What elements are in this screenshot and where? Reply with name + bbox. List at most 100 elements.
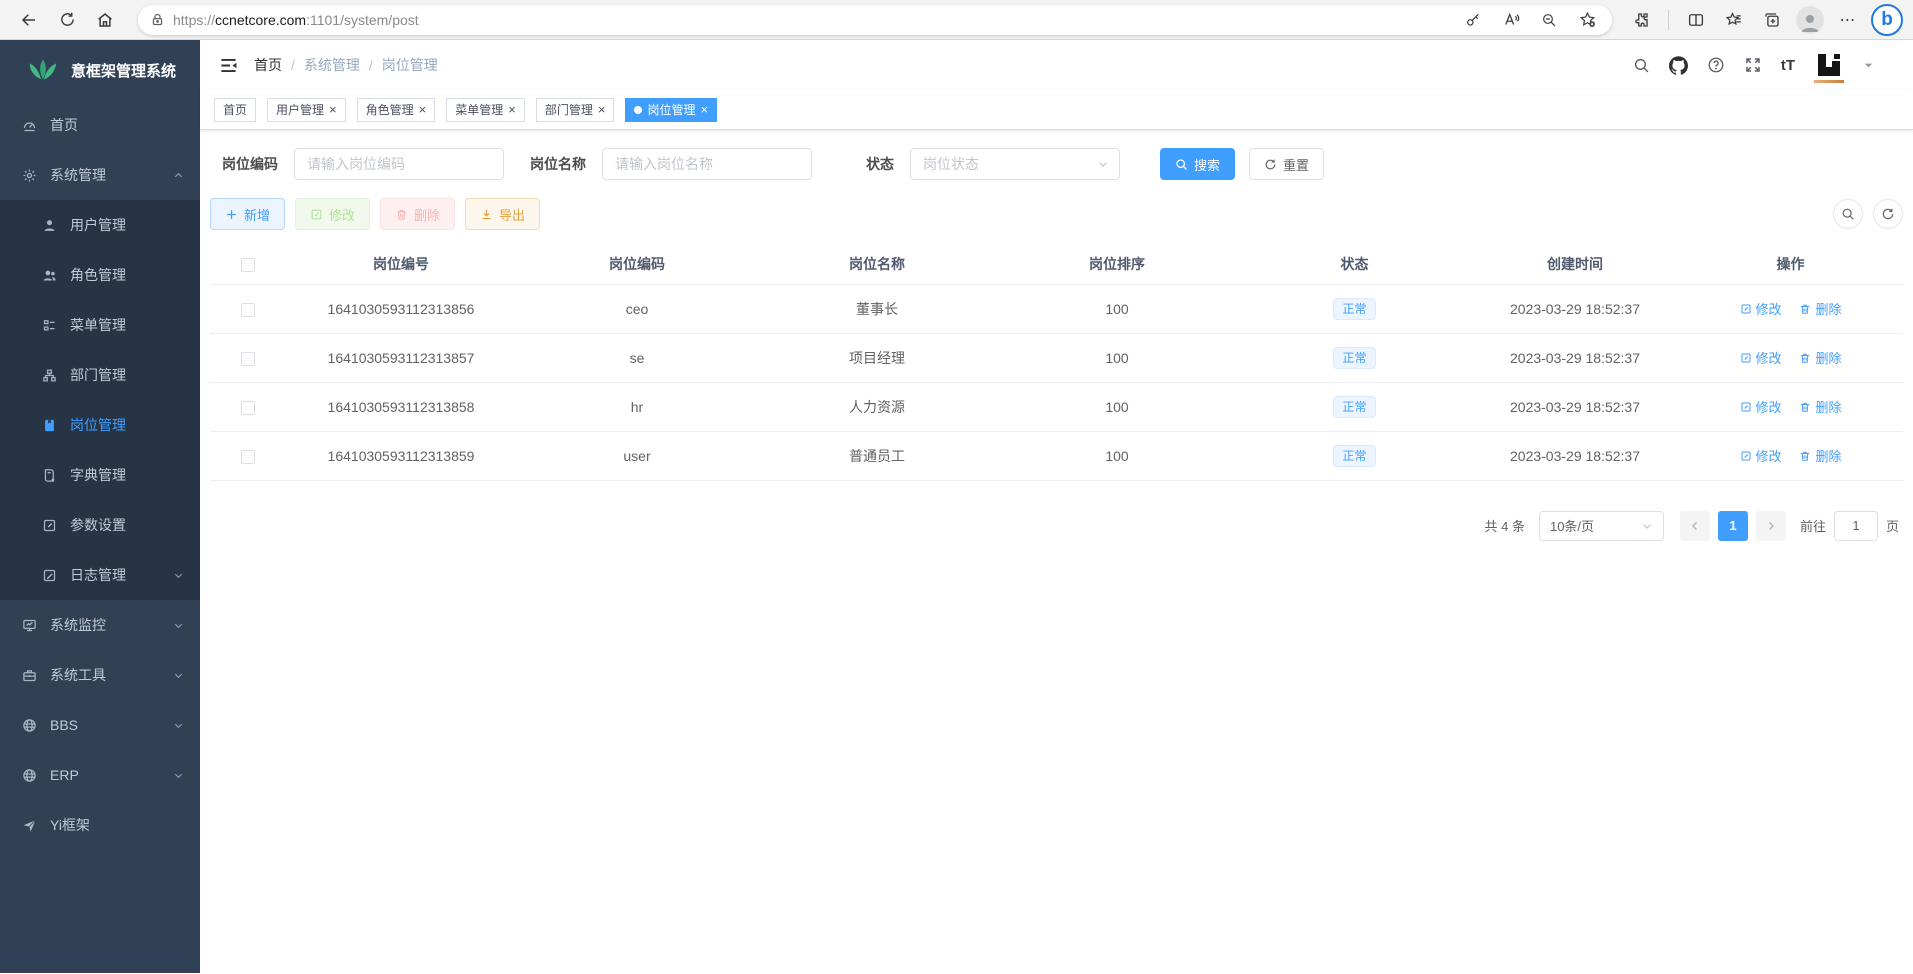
add-favorite-star-icon[interactable]	[1574, 7, 1600, 33]
sidebar-item-bbs[interactable]: BBS	[0, 700, 200, 750]
header-search-icon[interactable]	[1633, 57, 1650, 74]
table-row[interactable]: 1641030593112313858 hr 人力资源 100 正常 2023-…	[210, 382, 1903, 431]
sidebar-item-yi-framework[interactable]: Yi框架	[0, 800, 200, 850]
export-button[interactable]: 导出	[465, 198, 540, 230]
sidebar-item-erp[interactable]: ERP	[0, 750, 200, 800]
cell-created-time: 2023-03-29 18:52:37	[1472, 431, 1678, 480]
tab-role-management[interactable]: 角色管理 ×	[357, 98, 436, 122]
next-page-button[interactable]	[1756, 511, 1786, 541]
row-checkbox[interactable]	[241, 352, 255, 366]
app-title: 意框架管理系统	[71, 60, 176, 81]
sidebar-item-logs[interactable]: 日志管理	[0, 550, 200, 600]
browser-home-button[interactable]	[89, 4, 121, 36]
close-icon[interactable]: ×	[508, 103, 516, 116]
page-size-select[interactable]: 10条/页	[1539, 511, 1664, 541]
sidebar-item-parameters[interactable]: 参数设置	[0, 500, 200, 550]
row-edit-link[interactable]: 修改	[1740, 446, 1782, 465]
sidebar-item-system[interactable]: 系统管理	[0, 150, 200, 200]
select-all-checkbox[interactable]	[241, 258, 255, 272]
font-size-icon[interactable]: tT	[1781, 57, 1795, 74]
page-content: 岗位编码 岗位名称 状态 岗位状态 搜索	[200, 130, 1913, 973]
row-checkbox[interactable]	[241, 450, 255, 464]
browser-back-button[interactable]	[13, 4, 45, 36]
app-logo[interactable]: 意框架管理系统	[0, 40, 200, 100]
navbar-right: tT	[1633, 50, 1898, 80]
post-code-input[interactable]	[294, 148, 504, 180]
split-screen-icon[interactable]	[1680, 4, 1712, 36]
add-button[interactable]: 新增	[210, 198, 285, 230]
close-icon[interactable]: ×	[598, 103, 606, 116]
prev-page-button[interactable]	[1680, 511, 1710, 541]
show-search-toggle-button[interactable]	[1833, 199, 1863, 229]
tab-department-management[interactable]: 部门管理 ×	[536, 98, 615, 122]
sidebar-item-departments[interactable]: 部门管理	[0, 350, 200, 400]
bing-chat-icon[interactable]: b	[1871, 4, 1903, 36]
tab-menu-management[interactable]: 菜单管理 ×	[446, 98, 525, 122]
user-avatar-icon	[1796, 6, 1824, 34]
sidebar-item-menus[interactable]: 菜单管理	[0, 300, 200, 350]
edit-button-disabled[interactable]: 修改	[295, 198, 370, 230]
fullscreen-icon[interactable]	[1744, 56, 1762, 74]
sidebar-item-dictionary[interactable]: 字典管理	[0, 450, 200, 500]
reset-button[interactable]: 重置	[1249, 148, 1324, 180]
delete-button-disabled[interactable]: 删除	[380, 198, 455, 230]
status-select[interactable]: 岗位状态	[910, 148, 1120, 180]
trash-icon	[1799, 303, 1811, 315]
paper-plane-icon	[22, 818, 37, 833]
page-number-current[interactable]: 1	[1718, 511, 1748, 541]
github-icon[interactable]	[1669, 56, 1688, 75]
table-row[interactable]: 1641030593112313859 user 普通员工 100 正常 202…	[210, 431, 1903, 480]
profile-avatar[interactable]	[1794, 4, 1826, 36]
breadcrumb-home[interactable]: 首页	[254, 55, 282, 75]
row-edit-link[interactable]: 修改	[1740, 348, 1782, 367]
post-name-input[interactable]	[602, 148, 812, 180]
chevron-down-icon	[173, 620, 184, 631]
sidebar-item-monitor[interactable]: 系统监控	[0, 600, 200, 650]
tab-home[interactable]: 首页	[214, 98, 256, 122]
cell-post-code: user	[517, 431, 757, 480]
row-edit-link[interactable]: 修改	[1740, 397, 1782, 416]
row-delete-link[interactable]: 删除	[1799, 348, 1841, 367]
breadcrumb-current: 岗位管理	[382, 55, 438, 75]
edit-icon	[310, 208, 323, 221]
sidebar-item-home[interactable]: 首页	[0, 100, 200, 150]
table-row[interactable]: 1641030593112313857 se 项目经理 100 正常 2023-…	[210, 333, 1903, 382]
close-icon[interactable]: ×	[419, 103, 427, 116]
zoom-out-icon[interactable]	[1536, 7, 1562, 33]
collections-icon[interactable]	[1756, 4, 1788, 36]
table-row[interactable]: 1641030593112313856 ceo 董事长 100 正常 2023-…	[210, 284, 1903, 333]
tab-user-management[interactable]: 用户管理 ×	[267, 98, 346, 122]
browser-more-menu[interactable]: ⋯	[1832, 4, 1864, 36]
search-button[interactable]: 搜索	[1160, 148, 1235, 180]
sidebar-fold-button[interactable]	[219, 56, 238, 75]
favorites-bar-icon[interactable]	[1718, 4, 1750, 36]
tab-post-management-active[interactable]: 岗位管理 ×	[625, 98, 717, 122]
row-delete-link[interactable]: 删除	[1799, 397, 1841, 416]
address-bar[interactable]: https://ccnetcore.com:1101/system/post	[138, 5, 1612, 35]
sidebar-item-tools[interactable]: 系统工具	[0, 650, 200, 700]
url-text[interactable]: https://ccnetcore.com:1101/system/post	[173, 12, 1448, 28]
account-caret-icon[interactable]	[1863, 60, 1874, 71]
account-logo-avatar[interactable]	[1814, 50, 1844, 80]
goto-page-input[interactable]	[1834, 511, 1878, 541]
sidebar-item-roles[interactable]: 角色管理	[0, 250, 200, 300]
breadcrumb-separator: /	[291, 57, 295, 73]
password-key-icon[interactable]	[1460, 7, 1486, 33]
row-delete-link[interactable]: 删除	[1799, 446, 1841, 465]
row-edit-link[interactable]: 修改	[1740, 299, 1782, 318]
sidebar-item-posts[interactable]: 岗位管理	[0, 400, 200, 450]
refresh-table-button[interactable]	[1873, 199, 1903, 229]
plant-logo-icon	[26, 58, 60, 82]
close-icon[interactable]: ×	[329, 103, 337, 116]
row-checkbox[interactable]	[241, 401, 255, 415]
close-icon[interactable]: ×	[700, 103, 708, 116]
hamburger-fold-icon	[219, 56, 238, 75]
row-delete-link[interactable]: 删除	[1799, 299, 1841, 318]
read-aloud-icon[interactable]	[1498, 7, 1524, 33]
help-question-icon[interactable]	[1707, 56, 1725, 74]
extensions-puzzle-icon[interactable]	[1625, 4, 1657, 36]
browser-refresh-button[interactable]	[51, 4, 83, 36]
row-checkbox[interactable]	[241, 303, 255, 317]
status-badge: 正常	[1333, 347, 1375, 369]
sidebar-item-users[interactable]: 用户管理	[0, 200, 200, 250]
